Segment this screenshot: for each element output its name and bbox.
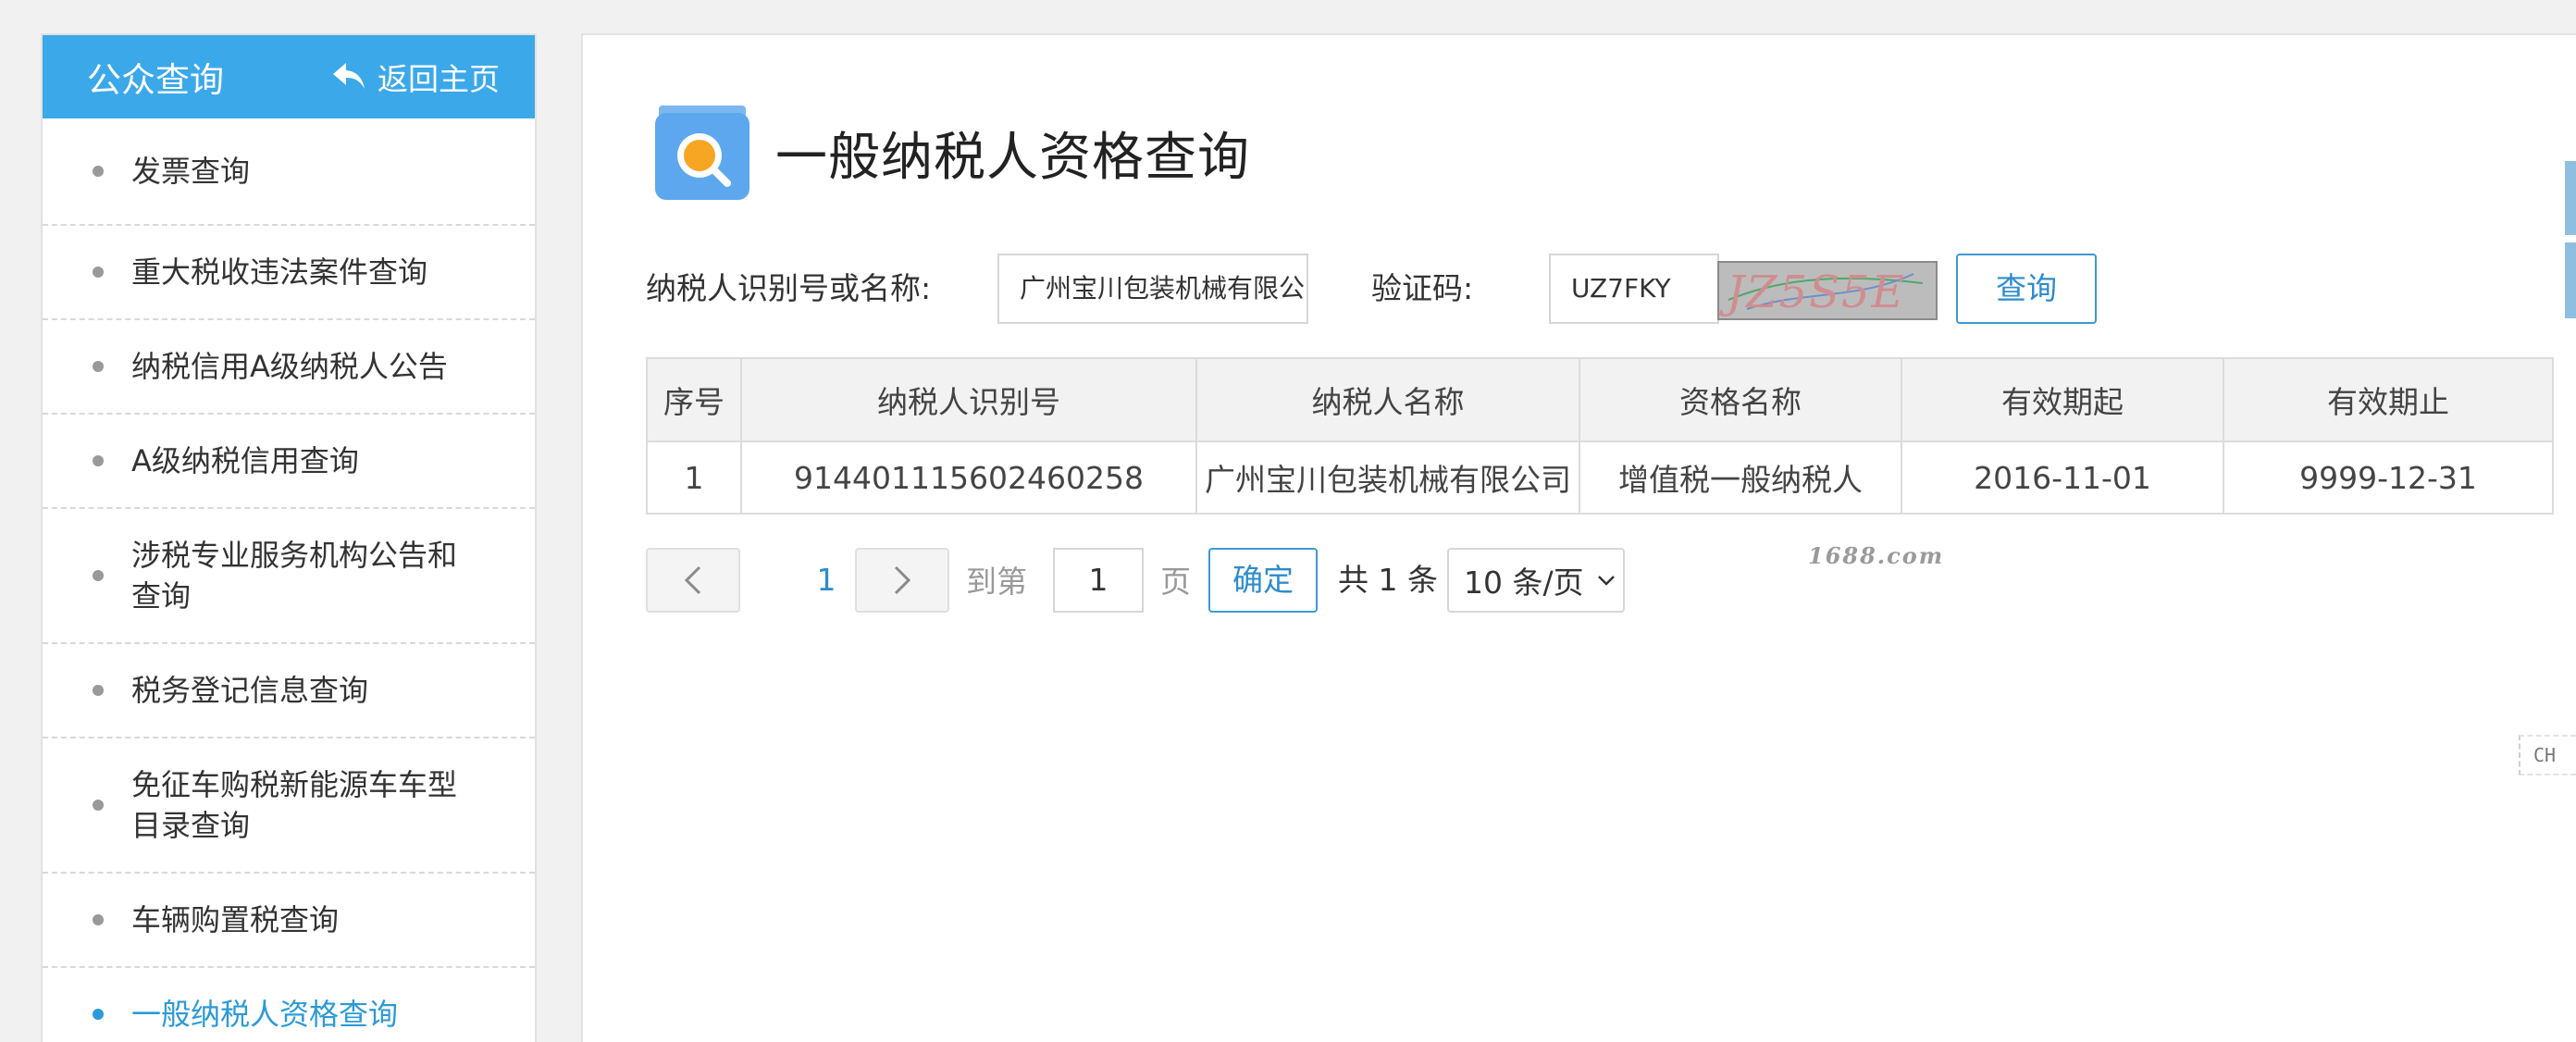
edge-tab-bottom[interactable] (2565, 242, 2576, 318)
chevron-right-icon (894, 565, 911, 595)
sidebar-item-tax-service-agency[interactable]: 涉税专业服务机构公告和查询 (43, 509, 535, 644)
sidebar-item-label: 涉税专业服务机构公告和查询 (131, 538, 458, 614)
chevron-left-icon (684, 565, 701, 595)
page: 公众查询 返回主页 发票查询 重大税收违法案件查询 纳税信用A级纳税人公告 A级… (0, 0, 2576, 1042)
page-title: 一般纳税人资格查询 (775, 127, 1250, 188)
sidebar: 公众查询 返回主页 发票查询 重大税收违法案件查询 纳税信用A级纳税人公告 A级… (41, 33, 537, 1042)
main-panel: 一般纳税人资格查询 纳税人识别号或名称: 广州宝川包装机械有限公司 验证码: U… (581, 33, 2576, 1042)
sidebar-item-a-level-announcement[interactable]: 纳税信用A级纳税人公告 (43, 320, 535, 415)
bullet-icon (93, 166, 104, 177)
search-doc-icon (655, 105, 749, 200)
chevron-down-icon (1597, 576, 1615, 586)
captcha-image[interactable]: JZ5S5E (1717, 261, 1938, 320)
col-header-valid-to: 有效期止 (2223, 357, 2554, 442)
page-number-current[interactable]: 1 (794, 548, 859, 613)
sidebar-item-a-level-credit-query[interactable]: A级纳税信用查询 (43, 415, 535, 509)
back-home-link[interactable]: 返回主页 (331, 55, 500, 99)
cell-taxpayer-id: 914401115602460258 (740, 440, 1197, 515)
taxpayer-label: 纳税人识别号或名称: (646, 270, 932, 306)
bullet-icon (93, 1009, 104, 1020)
table-header-row: 序号 纳税人识别号 纳税人名称 资格名称 有效期起 有效期止 (646, 357, 2554, 442)
cell-taxpayer-name: 广州宝川包装机械有限公司 (1195, 440, 1580, 515)
ime-badge[interactable]: CH (2519, 735, 2576, 775)
sidebar-title: 公众查询 (87, 60, 224, 100)
bullet-icon (93, 455, 104, 466)
watermark: 1688.com (1808, 542, 1945, 569)
col-header-taxpayer-id: 纳税人识别号 (740, 357, 1197, 442)
cell-qualification: 增值税一般纳税人 (1579, 440, 1902, 515)
col-header-valid-from: 有效期起 (1901, 357, 2224, 442)
cell-valid-from: 2016-11-01 (1901, 440, 2224, 515)
goto-label: 到第 (966, 564, 1027, 600)
col-header-qualification: 资格名称 (1579, 357, 1902, 442)
captcha-input[interactable]: UZ7FKY (1549, 254, 1719, 324)
page-unit-label: 页 (1160, 564, 1191, 600)
sidebar-item-tax-violation-query[interactable]: 重大税收违法案件查询 (43, 226, 535, 320)
bullet-icon (93, 570, 104, 581)
sidebar-item-new-energy-vehicle-catalog[interactable]: 免征车购税新能源车车型目录查询 (43, 738, 535, 874)
total-count: 共 1 条 (1338, 562, 1438, 598)
sidebar-item-label: 税务登记信息查询 (131, 673, 369, 708)
page-header: 一般纳税人资格查询 (653, 104, 1250, 202)
captcha-text: JZ5S5E (1727, 267, 1906, 318)
goto-confirm-button[interactable]: 确定 (1208, 548, 1318, 613)
sidebar-item-tax-registration-query[interactable]: 税务登记信息查询 (43, 644, 535, 738)
next-page-button[interactable] (855, 548, 949, 613)
captcha-label: 验证码: (1371, 270, 1474, 306)
edge-tab-top[interactable] (2565, 161, 2576, 235)
bullet-icon (93, 914, 104, 925)
sidebar-item-label: 一般纳税人资格查询 (131, 997, 399, 1032)
sidebar-item-invoice-query[interactable]: 发票查询 (43, 118, 535, 226)
taxpayer-input[interactable]: 广州宝川包装机械有限公司 (997, 254, 1308, 324)
sidebar-header: 公众查询 返回主页 (43, 35, 535, 118)
back-home-label: 返回主页 (378, 61, 500, 97)
sidebar-item-general-taxpayer-query[interactable]: 一般纳税人资格查询 (43, 968, 535, 1042)
page-size-select[interactable]: 10 条/页 (1447, 548, 1625, 613)
page-size-value: 10 条/页 (1464, 564, 1584, 601)
sidebar-item-label: 重大税收违法案件查询 (131, 254, 428, 290)
bullet-icon (93, 800, 104, 811)
sidebar-item-label: 发票查询 (131, 154, 251, 189)
table-row: 1 914401115602460258 广州宝川包装机械有限公司 增值税一般纳… (646, 440, 2554, 515)
query-button[interactable]: 查询 (1956, 254, 2097, 324)
search-form: 纳税人识别号或名称: 广州宝川包装机械有限公司 验证码: UZ7FKY JZ5S… (646, 254, 2200, 324)
sidebar-item-label: A级纳税信用查询 (131, 443, 359, 478)
reply-arrow-icon (333, 63, 365, 89)
sidebar-menu: 发票查询 重大税收违法案件查询 纳税信用A级纳税人公告 A级纳税信用查询 涉税专… (43, 118, 535, 1042)
results-table: 序号 纳税人识别号 纳税人名称 资格名称 有效期起 有效期止 1 9144011… (646, 357, 2554, 515)
sidebar-item-label: 免征车购税新能源车车型目录查询 (131, 767, 458, 843)
prev-page-button[interactable] (646, 548, 740, 613)
sidebar-item-label: 车辆购置税查询 (131, 902, 340, 937)
cell-valid-to: 9999-12-31 (2223, 440, 2554, 515)
bullet-icon (93, 685, 104, 696)
goto-page-input[interactable]: 1 (1053, 548, 1144, 613)
col-header-taxpayer-name: 纳税人名称 (1195, 357, 1580, 442)
cell-index: 1 (646, 440, 742, 515)
col-header-index: 序号 (646, 357, 742, 442)
sidebar-item-vehicle-purchase-tax[interactable]: 车辆购置税查询 (43, 874, 535, 968)
bullet-icon (93, 361, 104, 372)
bullet-icon (93, 267, 104, 278)
pagination: 1 到第 1 页 确定 共 1 条 10 条/页 (646, 548, 1756, 613)
sidebar-item-label: 纳税信用A级纳税人公告 (131, 349, 448, 384)
